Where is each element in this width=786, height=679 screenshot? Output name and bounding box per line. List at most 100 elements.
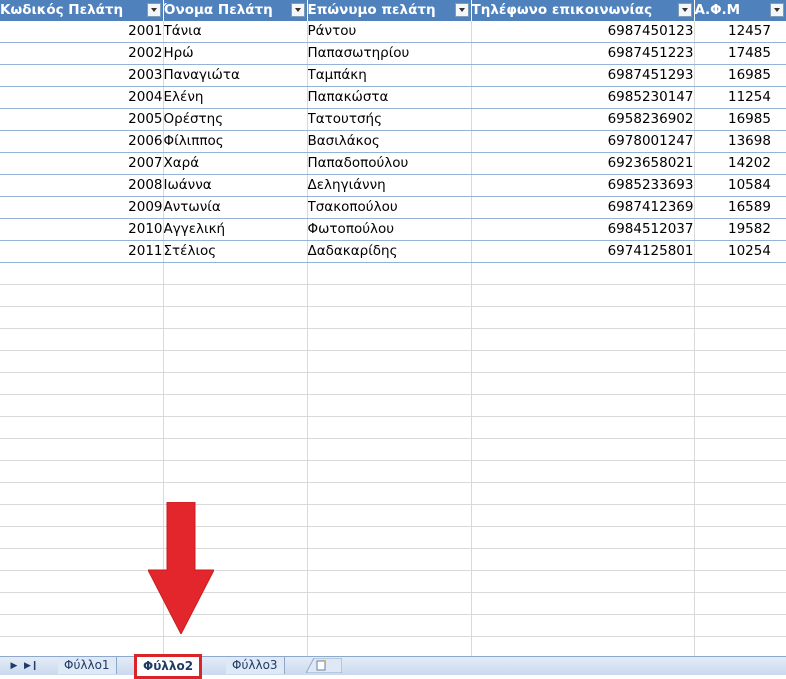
empty-cell[interactable] bbox=[471, 284, 695, 307]
cell-phone[interactable]: 6974125801 bbox=[471, 240, 695, 263]
cell-afm[interactable]: 12457 bbox=[694, 21, 786, 43]
empty-cell[interactable] bbox=[0, 548, 164, 571]
empty-cell[interactable] bbox=[694, 570, 786, 593]
empty-cell[interactable] bbox=[471, 482, 695, 505]
empty-cell[interactable] bbox=[0, 262, 164, 285]
cell-afm[interactable]: 13698 bbox=[694, 130, 786, 153]
empty-cell[interactable] bbox=[163, 438, 308, 461]
filter-dropdown-icon[interactable] bbox=[454, 3, 469, 17]
cell-code[interactable]: 2002 bbox=[0, 42, 164, 65]
cell-code[interactable]: 2007 bbox=[0, 152, 164, 175]
cell-afm[interactable]: 10584 bbox=[694, 174, 786, 197]
empty-cell[interactable] bbox=[163, 284, 308, 307]
empty-cell[interactable] bbox=[307, 438, 472, 461]
empty-cell[interactable] bbox=[471, 438, 695, 461]
empty-cell[interactable] bbox=[163, 394, 308, 417]
empty-cell[interactable] bbox=[694, 482, 786, 505]
empty-cell[interactable] bbox=[471, 460, 695, 483]
cell-code[interactable]: 2011 bbox=[0, 240, 164, 263]
empty-cell[interactable] bbox=[471, 262, 695, 285]
filter-dropdown-icon[interactable] bbox=[146, 3, 161, 17]
empty-cell[interactable] bbox=[694, 394, 786, 417]
empty-cell[interactable] bbox=[471, 548, 695, 571]
empty-cell[interactable] bbox=[0, 460, 164, 483]
empty-cell[interactable] bbox=[307, 636, 472, 656]
empty-cell[interactable] bbox=[307, 526, 472, 549]
cell-name[interactable]: Φίλιππος bbox=[163, 130, 308, 153]
cell-name[interactable]: Αγγελική bbox=[163, 218, 308, 241]
empty-cell[interactable] bbox=[307, 328, 472, 351]
empty-cell[interactable] bbox=[163, 460, 308, 483]
cell-afm[interactable]: 19582 bbox=[694, 218, 786, 241]
empty-cell[interactable] bbox=[471, 350, 695, 373]
empty-cell[interactable] bbox=[694, 350, 786, 373]
cell-afm[interactable]: 14202 bbox=[694, 152, 786, 175]
nav-next-icon[interactable]: ▶ bbox=[8, 660, 20, 672]
empty-cell[interactable] bbox=[471, 394, 695, 417]
empty-cell[interactable] bbox=[0, 570, 164, 593]
empty-cell[interactable] bbox=[307, 570, 472, 593]
empty-cell[interactable] bbox=[694, 592, 786, 615]
cell-name[interactable]: Στέλιος bbox=[163, 240, 308, 263]
cell-afm[interactable]: 11254 bbox=[694, 86, 786, 109]
empty-cell[interactable] bbox=[163, 262, 308, 285]
empty-cell[interactable] bbox=[471, 592, 695, 615]
empty-cell[interactable] bbox=[307, 350, 472, 373]
cell-code[interactable]: 2003 bbox=[0, 64, 164, 87]
cell-code[interactable]: 2006 bbox=[0, 130, 164, 153]
cell-afm[interactable]: 16589 bbox=[694, 196, 786, 219]
tab-sheet1[interactable]: Φύλλο1 bbox=[58, 657, 117, 674]
cell-phone[interactable]: 6987450123 bbox=[471, 21, 695, 43]
empty-cell[interactable] bbox=[0, 394, 164, 417]
nav-last-icon[interactable]: ▶❙ bbox=[24, 660, 38, 672]
empty-cell[interactable] bbox=[471, 416, 695, 439]
cell-surname[interactable]: Δεληγιάννη bbox=[307, 174, 472, 197]
empty-cell[interactable] bbox=[163, 328, 308, 351]
filter-dropdown-icon[interactable] bbox=[769, 3, 784, 17]
empty-cell[interactable] bbox=[163, 416, 308, 439]
cell-name[interactable]: Τάνια bbox=[163, 21, 308, 43]
cell-code[interactable]: 2010 bbox=[0, 218, 164, 241]
empty-cell[interactable] bbox=[163, 306, 308, 329]
empty-cell[interactable] bbox=[0, 306, 164, 329]
cell-phone[interactable]: 6987451293 bbox=[471, 64, 695, 87]
empty-cell[interactable] bbox=[0, 526, 164, 549]
empty-cell[interactable] bbox=[307, 614, 472, 637]
tab-sheet3[interactable]: Φύλλο3 bbox=[226, 657, 285, 674]
empty-cell[interactable] bbox=[471, 636, 695, 656]
cell-surname[interactable]: Παπακώστα bbox=[307, 86, 472, 109]
empty-cell[interactable] bbox=[0, 350, 164, 373]
empty-cell[interactable] bbox=[694, 416, 786, 439]
tab-sheet2[interactable]: Φύλλο2 bbox=[134, 654, 203, 679]
cell-surname[interactable]: Τατουτσής bbox=[307, 108, 472, 131]
cell-name[interactable]: Ηρώ bbox=[163, 42, 308, 65]
empty-cell[interactable] bbox=[694, 306, 786, 329]
empty-cell[interactable] bbox=[694, 504, 786, 527]
cell-surname[interactable]: Δαδακαρίδης bbox=[307, 240, 472, 263]
cell-phone[interactable]: 6987451223 bbox=[471, 42, 695, 65]
empty-cell[interactable] bbox=[471, 504, 695, 527]
empty-cell[interactable] bbox=[307, 592, 472, 615]
cell-phone[interactable]: 6978001247 bbox=[471, 130, 695, 153]
empty-cell[interactable] bbox=[0, 372, 164, 395]
cell-afm[interactable]: 10254 bbox=[694, 240, 786, 263]
empty-cell[interactable] bbox=[471, 372, 695, 395]
empty-cell[interactable] bbox=[0, 328, 164, 351]
empty-cell[interactable] bbox=[307, 482, 472, 505]
empty-cell[interactable] bbox=[163, 372, 308, 395]
empty-cell[interactable] bbox=[307, 372, 472, 395]
cell-name[interactable]: Ιωάννα bbox=[163, 174, 308, 197]
empty-cell[interactable] bbox=[694, 636, 786, 656]
empty-cell[interactable] bbox=[471, 570, 695, 593]
cell-surname[interactable]: Παπασωτηρίου bbox=[307, 42, 472, 65]
empty-cell[interactable] bbox=[0, 504, 164, 527]
cell-code[interactable]: 2008 bbox=[0, 174, 164, 197]
empty-cell[interactable] bbox=[694, 328, 786, 351]
empty-cell[interactable] bbox=[307, 394, 472, 417]
cell-phone[interactable]: 6958236902 bbox=[471, 108, 695, 131]
empty-cell[interactable] bbox=[307, 460, 472, 483]
cell-surname[interactable]: Ταμπάκη bbox=[307, 64, 472, 87]
empty-cell[interactable] bbox=[307, 416, 472, 439]
cell-name[interactable]: Ελένη bbox=[163, 86, 308, 109]
empty-cell[interactable] bbox=[0, 614, 164, 637]
